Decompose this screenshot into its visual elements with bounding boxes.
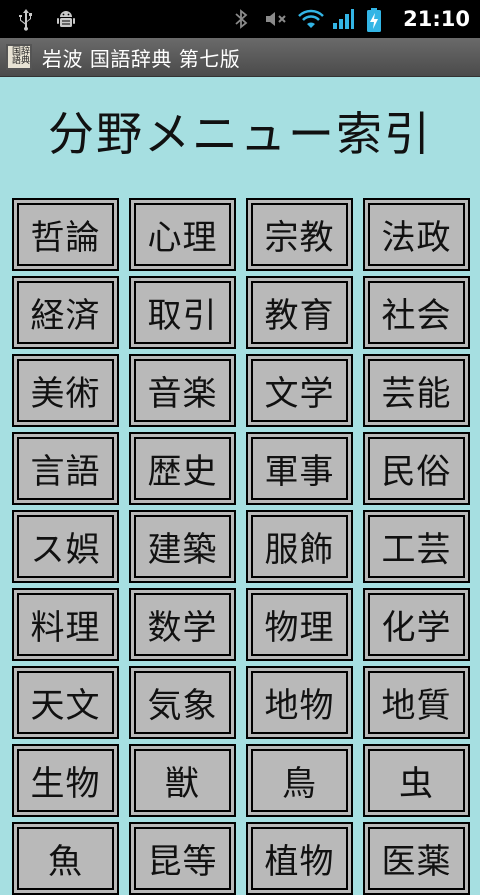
category-button[interactable]: 天文 [12, 666, 119, 739]
category-button[interactable]: 化学 [363, 588, 470, 661]
status-left-icons [14, 6, 78, 32]
category-label: 虫 [368, 749, 465, 812]
category-button[interactable]: 医薬 [363, 822, 470, 895]
usb-icon [14, 7, 38, 31]
category-button[interactable]: 文学 [246, 354, 353, 427]
app-icon: 辞典国語 [6, 44, 32, 70]
category-label: 魚 [17, 827, 114, 890]
app-icon-text: 辞典国語 [10, 46, 29, 64]
category-label: 芸能 [368, 359, 465, 422]
category-button[interactable]: 料理 [12, 588, 119, 661]
category-button[interactable]: 宗教 [246, 198, 353, 271]
status-right-icons: 21:10 [229, 0, 470, 38]
category-button[interactable]: 獣 [129, 744, 236, 817]
category-button[interactable]: ス娯 [12, 510, 119, 583]
category-button[interactable]: 民俗 [363, 432, 470, 505]
category-button[interactable]: 工芸 [363, 510, 470, 583]
category-button[interactable]: 経済 [12, 276, 119, 349]
category-button[interactable]: 建築 [129, 510, 236, 583]
category-label: 民俗 [368, 437, 465, 500]
category-label: 歴史 [134, 437, 231, 500]
android-debug-icon [54, 7, 78, 31]
category-button[interactable]: 虫 [363, 744, 470, 817]
category-button[interactable]: 昆等 [129, 822, 236, 895]
category-label: 軍事 [251, 437, 348, 500]
category-label: 料理 [17, 593, 114, 656]
app-title: 岩波 国語辞典 第七版 [42, 46, 241, 71]
status-bar: 21:10 [0, 0, 480, 38]
status-clock: 21:10 [403, 7, 470, 31]
category-label: 服飾 [251, 515, 348, 578]
category-label: 言語 [17, 437, 114, 500]
category-label: 宗教 [251, 203, 348, 266]
category-button[interactable]: 取引 [129, 276, 236, 349]
category-label: 社会 [368, 281, 465, 344]
category-label: 医薬 [368, 827, 465, 890]
category-button[interactable]: 物理 [246, 588, 353, 661]
category-label: 物理 [251, 593, 348, 656]
category-label: 哲論 [17, 203, 114, 266]
category-button[interactable]: 植物 [246, 822, 353, 895]
category-label: 獣 [134, 749, 231, 812]
battery-charging-icon [365, 7, 389, 32]
category-button[interactable]: 社会 [363, 276, 470, 349]
category-label: 建築 [134, 515, 231, 578]
title-bar: 辞典国語 岩波 国語辞典 第七版 [0, 38, 480, 77]
category-button[interactable]: 歴史 [129, 432, 236, 505]
category-label: 教育 [251, 281, 348, 344]
category-button[interactable]: 鳥 [246, 744, 353, 817]
category-button[interactable]: 地質 [363, 666, 470, 739]
category-label: 文学 [251, 359, 348, 422]
category-label: 鳥 [251, 749, 348, 812]
page-heading: 分野メニュー索引 [48, 107, 432, 161]
category-button[interactable]: 言語 [12, 432, 119, 505]
category-label: 心理 [134, 203, 231, 266]
category-label: 植物 [251, 827, 348, 890]
category-button[interactable]: 哲論 [12, 198, 119, 271]
category-button[interactable]: 芸能 [363, 354, 470, 427]
category-button[interactable]: 数学 [129, 588, 236, 661]
category-label: 気象 [134, 671, 231, 734]
category-label: 化学 [368, 593, 465, 656]
category-button[interactable]: 音楽 [129, 354, 236, 427]
category-label: 地質 [368, 671, 465, 734]
category-button[interactable]: 服飾 [246, 510, 353, 583]
category-label: 経済 [17, 281, 114, 344]
category-label: 生物 [17, 749, 114, 812]
bluetooth-icon [229, 7, 253, 31]
category-button[interactable]: 地物 [246, 666, 353, 739]
category-label: 天文 [17, 671, 114, 734]
category-label: ス娯 [17, 515, 114, 578]
category-label: 地物 [251, 671, 348, 734]
category-label: 音楽 [134, 359, 231, 422]
category-button[interactable]: 心理 [129, 198, 236, 271]
category-grid: 哲論 心理 宗教 法政経済 取引 教育 社会美術 音楽 文学 芸能言語 歴史 軍事 民俗ス娯 建築 服飾 工芸… [12, 198, 471, 895]
category-label: 美術 [17, 359, 114, 422]
category-label: 取引 [134, 281, 231, 344]
category-button[interactable]: 魚 [12, 822, 119, 895]
category-button[interactable]: 美術 [12, 354, 119, 427]
category-button[interactable]: 教育 [246, 276, 353, 349]
category-label: 昆等 [134, 827, 231, 890]
wifi-icon [297, 7, 325, 31]
category-label: 数学 [134, 593, 231, 656]
category-button[interactable]: 気象 [129, 666, 236, 739]
signal-icon [331, 7, 355, 31]
category-label: 工芸 [368, 515, 465, 578]
mute-icon [263, 7, 287, 31]
category-button[interactable]: 法政 [363, 198, 470, 271]
category-button[interactable]: 生物 [12, 744, 119, 817]
category-button[interactable]: 軍事 [246, 432, 353, 505]
category-label: 法政 [368, 203, 465, 266]
